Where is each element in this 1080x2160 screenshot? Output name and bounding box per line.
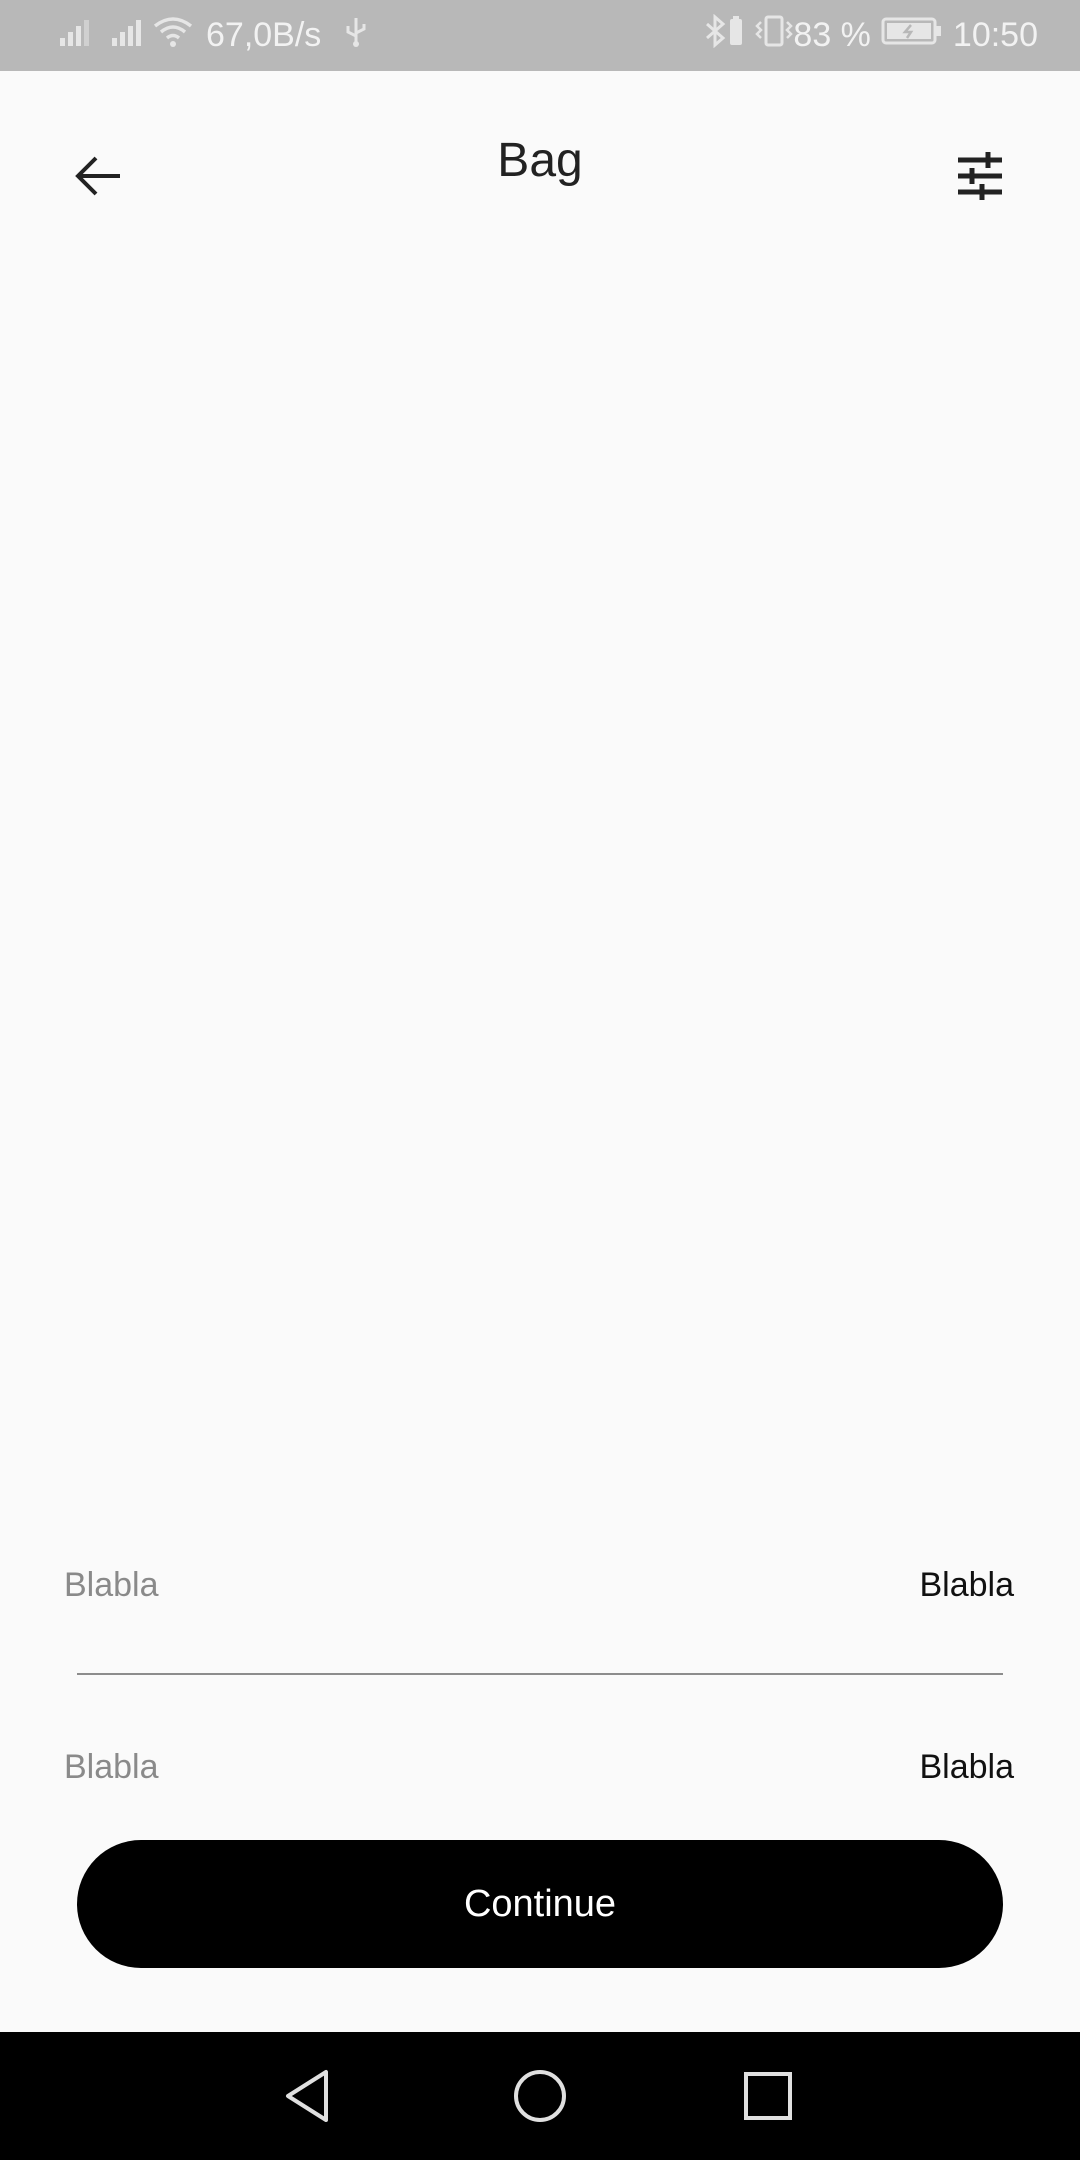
header: Bag bbox=[0, 71, 1080, 271]
summary-label: Blabla bbox=[64, 1565, 159, 1604]
signal-icon bbox=[58, 16, 94, 55]
battery-percent: 83 % bbox=[793, 16, 871, 54]
summary-row: Blabla Blabla bbox=[64, 1555, 1014, 1615]
nav-home-button[interactable] bbox=[508, 2064, 572, 2128]
nav-home-icon bbox=[508, 2070, 572, 2132]
system-nav-bar bbox=[0, 2032, 1080, 2160]
usb-icon bbox=[343, 14, 369, 57]
nav-back-icon bbox=[276, 2070, 340, 2132]
status-bar: 67,0B/s 83 % 10:50 bbox=[0, 0, 1080, 71]
nav-recent-button[interactable] bbox=[736, 2064, 800, 2128]
wifi-icon bbox=[152, 14, 194, 57]
battery-saver-icon bbox=[727, 14, 745, 57]
continue-button[interactable]: Continue bbox=[77, 1840, 1003, 1968]
bag-screen: 67,0B/s 83 % 10:50 Bag Blabla Blabla Bla… bbox=[0, 0, 1080, 2160]
nav-recent-icon bbox=[736, 2072, 800, 2132]
continue-label: Continue bbox=[463, 1882, 617, 1925]
vibrate-icon bbox=[755, 14, 794, 57]
divider bbox=[77, 1673, 1003, 1675]
net-speed: 67,0B/s bbox=[206, 16, 322, 54]
page-title: Bag bbox=[497, 134, 583, 187]
bluetooth-icon bbox=[703, 13, 727, 57]
summary-value: Blabla bbox=[919, 1747, 1014, 1786]
nav-back-button[interactable] bbox=[276, 2064, 340, 2128]
status-right: 83 % 10:50 bbox=[703, 0, 1038, 71]
status-left: 67,0B/s bbox=[58, 0, 369, 71]
summary-label: Blabla bbox=[64, 1747, 159, 1786]
summary-value: Blabla bbox=[919, 1565, 1014, 1604]
summary-row: Blabla Blabla bbox=[64, 1737, 1014, 1797]
clock: 10:50 bbox=[952, 16, 1038, 54]
sliders-icon bbox=[950, 152, 1010, 210]
signal-icon bbox=[110, 16, 146, 55]
battery-icon bbox=[881, 16, 943, 55]
filter-button[interactable] bbox=[950, 146, 1010, 206]
